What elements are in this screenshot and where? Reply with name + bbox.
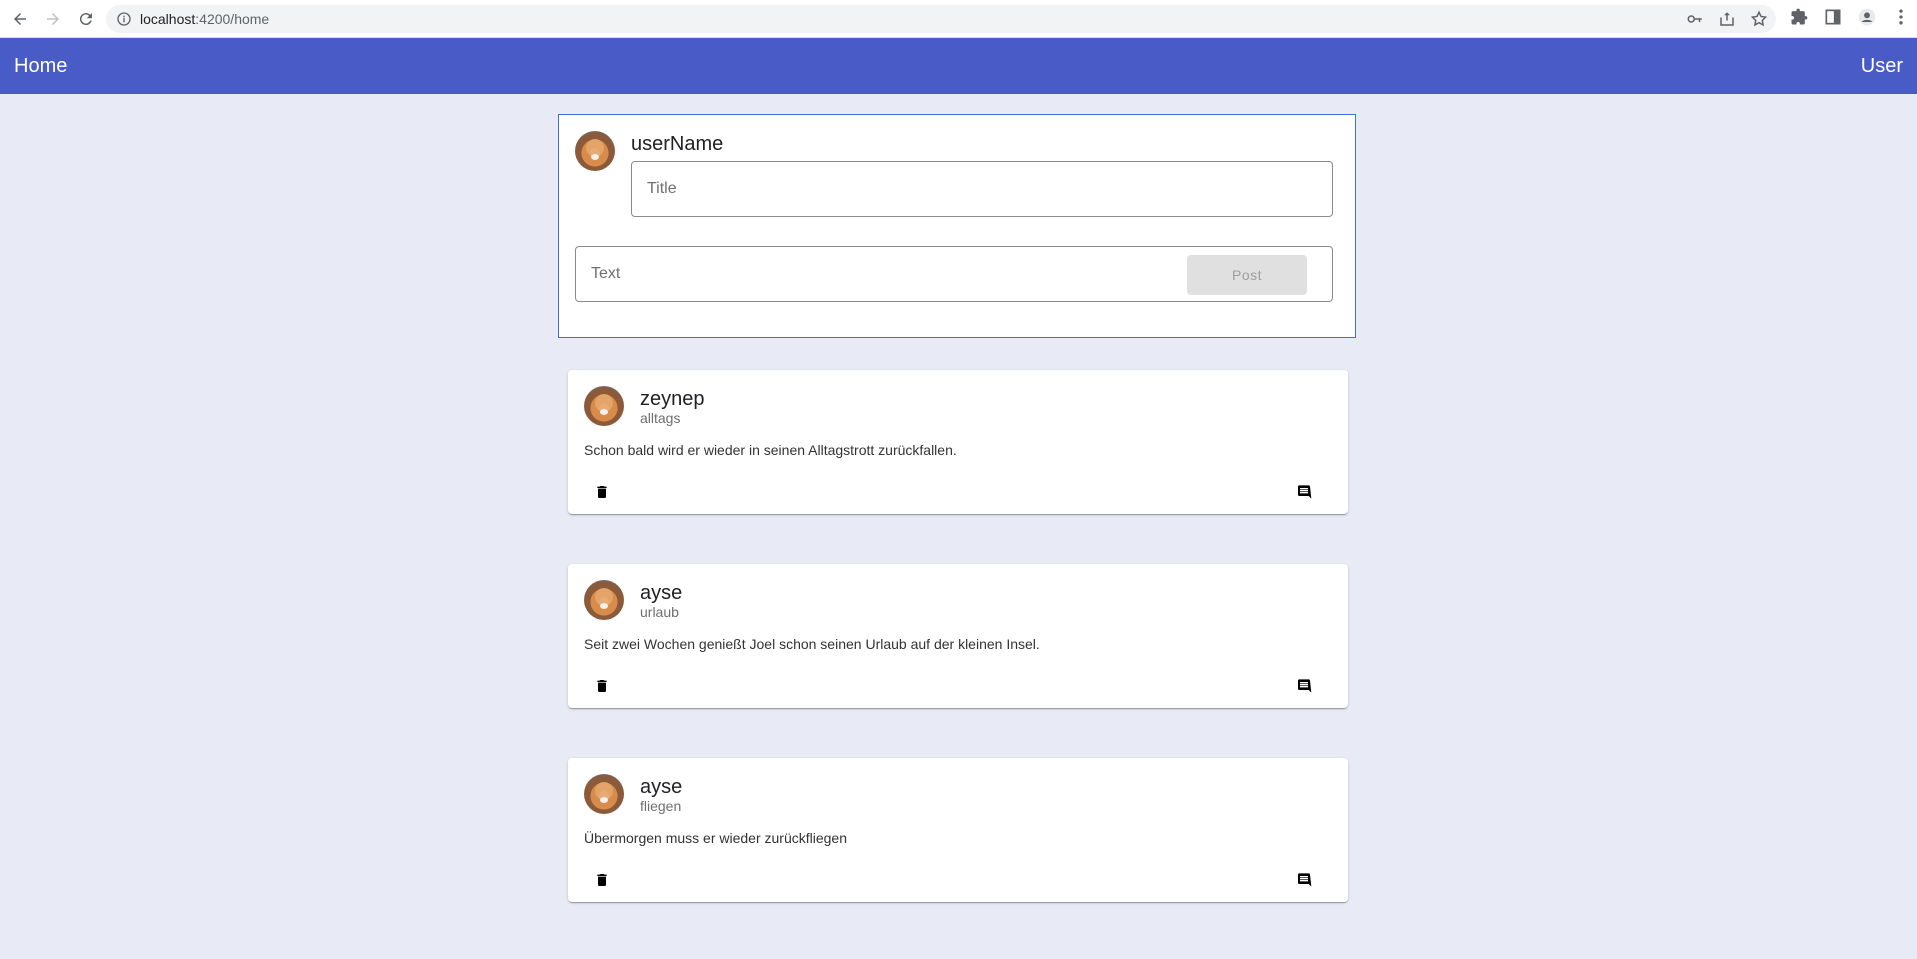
profile-icon[interactable]	[1857, 7, 1877, 27]
delete-button[interactable]	[584, 862, 620, 898]
comment-icon	[1298, 485, 1312, 499]
post-subtitle: alltags	[640, 410, 681, 426]
delete-icon	[597, 874, 607, 886]
back-button[interactable]	[7, 6, 33, 32]
reload-icon	[79, 12, 92, 25]
avatar	[584, 580, 624, 620]
url-text[interactable]: localhost:4200/home	[140, 11, 269, 27]
home-link[interactable]: Home	[14, 55, 67, 78]
post-text: Seit zwei Wochen genießt Joel schon sein…	[584, 636, 1040, 652]
extensions-icon[interactable]	[1789, 7, 1809, 27]
comment-icon	[1298, 873, 1312, 887]
post-text: Schon bald wird er wieder in seinen Allt…	[584, 442, 957, 458]
delete-button[interactable]	[584, 474, 620, 510]
comment-button[interactable]	[1286, 862, 1322, 898]
post-author: zeynep	[640, 388, 705, 410]
key-icon[interactable]	[1686, 10, 1704, 28]
user-link[interactable]: User	[1861, 55, 1903, 78]
post-author: ayse	[640, 776, 683, 798]
delete-icon	[597, 486, 607, 498]
new-post-form: userName Post	[558, 114, 1356, 338]
browser-chrome: localhost:4200/home	[0, 0, 1917, 38]
forward-button[interactable]	[40, 6, 66, 32]
comment-icon	[1298, 679, 1312, 693]
post-text: Übermorgen muss er wieder zurückfliegen	[584, 830, 847, 846]
share-icon[interactable]	[1718, 10, 1736, 28]
avatar	[575, 131, 615, 171]
post-button[interactable]: Post	[1187, 255, 1307, 295]
arrow-right-icon	[47, 12, 59, 25]
post-author: ayse	[640, 582, 683, 604]
star-icon[interactable]	[1750, 10, 1768, 28]
avatar	[584, 774, 624, 814]
address-bar[interactable]: localhost:4200/home	[106, 5, 1776, 33]
app-toolbar: Home User	[0, 38, 1917, 94]
comment-button[interactable]	[1286, 474, 1322, 510]
url-path: :4200/home	[195, 11, 270, 27]
delete-icon	[597, 680, 607, 692]
title-input[interactable]	[632, 162, 1332, 216]
arrow-left-icon	[14, 12, 26, 25]
post-card: ayse fliegen Übermorgen muss er wieder z…	[568, 758, 1348, 902]
comment-button[interactable]	[1286, 668, 1322, 704]
delete-button[interactable]	[584, 668, 620, 704]
post-card: ayse urlaub Seit zwei Wochen genießt Joe…	[568, 564, 1348, 708]
info-icon[interactable]	[116, 11, 132, 27]
text-field[interactable]: Post	[575, 246, 1333, 302]
browser-actions	[1789, 7, 1911, 27]
reload-button[interactable]	[73, 6, 99, 32]
url-host: localhost	[140, 11, 196, 27]
post-subtitle: urlaub	[640, 604, 679, 620]
post-subtitle: fliegen	[640, 798, 682, 814]
post-card: zeynep alltags Schon bald wird er wieder…	[568, 370, 1348, 514]
title-field[interactable]	[631, 161, 1333, 217]
compose-username: userName	[631, 133, 724, 155]
menu-icon[interactable]	[1891, 7, 1911, 27]
omnibox-actions	[1686, 10, 1768, 28]
side-panel-icon[interactable]	[1823, 7, 1843, 27]
avatar	[584, 386, 624, 426]
